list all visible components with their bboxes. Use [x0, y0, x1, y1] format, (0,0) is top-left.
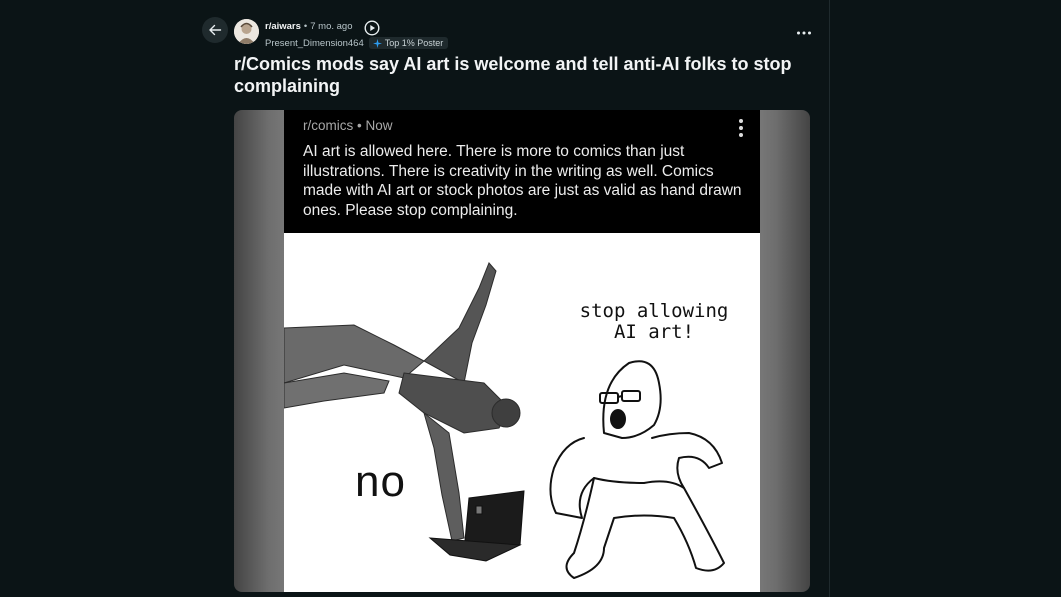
subreddit-link[interactable]: r/aiwars: [265, 21, 301, 32]
screenshot-comment-text: AI art is allowed here. There is more to…: [303, 143, 742, 219]
kebab-icon: [739, 119, 743, 137]
meme-left-caption: no: [355, 457, 406, 506]
avatar-image: [234, 19, 259, 44]
post-media[interactable]: r/comics • Now AI art is allowed here. T…: [234, 110, 810, 592]
subreddit-avatar[interactable]: [234, 19, 259, 44]
wojak-figure: [549, 360, 725, 579]
screenshot-time: Now: [365, 118, 393, 133]
meme-illustration: [284, 262, 725, 579]
user-flair: Top 1% Poster: [368, 37, 449, 49]
post-title: r/Comics mods say AI art is welcome and …: [234, 54, 792, 96]
sidebar-divider: [829, 0, 830, 597]
flair-label: Top 1% Poster: [384, 38, 444, 48]
meta-separator: •: [303, 21, 308, 32]
post-time: 7 mo. ago: [310, 21, 353, 32]
play-circle-icon[interactable]: [364, 20, 380, 36]
meme-right-caption-line1: stop allowing: [579, 300, 729, 322]
meme-right-caption-line2: AI art!: [613, 321, 695, 343]
back-button[interactable]: [202, 17, 228, 43]
meme-panel: no stop allowing AI art!: [284, 233, 760, 592]
arrow-left-icon: [209, 24, 222, 36]
post-meta: r/aiwars • 7 mo. ago: [265, 21, 353, 32]
screenshot-subreddit: r/comics: [303, 118, 354, 133]
meme-right-caption: stop allowing AI art!: [554, 301, 754, 343]
screenshot-separator: •: [357, 118, 362, 133]
screenshot-meta: r/comics • Now: [303, 118, 393, 133]
more-horizontal-icon[interactable]: [795, 24, 813, 40]
author-row: Present_Dimension464 Top 1% Poster: [265, 37, 449, 49]
media-image: r/comics • Now AI art is allowed here. T…: [284, 110, 760, 592]
sparkle-icon: [372, 38, 382, 48]
author-link[interactable]: Present_Dimension464: [265, 38, 364, 49]
comment-screenshot: r/comics • Now AI art is allowed here. T…: [284, 110, 760, 233]
